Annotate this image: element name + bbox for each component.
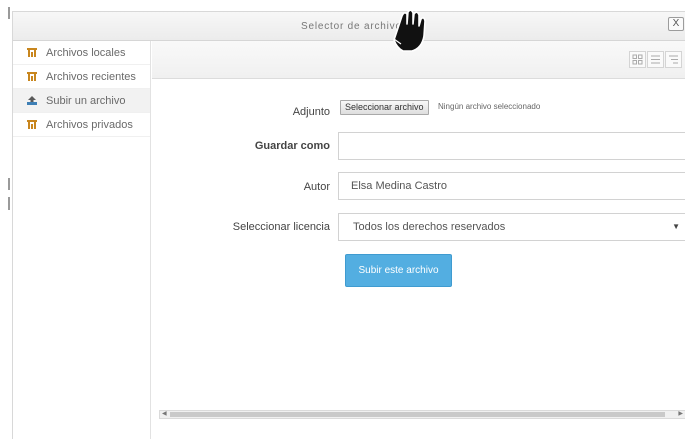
scroll-left-icon[interactable]: ◀ <box>162 411 167 418</box>
sidebar-item-label: Archivos recientes <box>46 70 136 83</box>
tree-view-icon <box>669 55 678 64</box>
list-view-button[interactable] <box>647 51 664 68</box>
repository-icon <box>25 47 39 59</box>
file-picker-dialog: Selector de archivos X Archivos locales … <box>12 11 685 439</box>
license-selected-value: Todos los derechos reservados <box>353 221 506 233</box>
no-file-text: Ningún archivo seleccionado <box>438 102 541 111</box>
license-select[interactable]: Todos los derechos reservados ▼ <box>338 213 685 241</box>
sidebar-item-archivos-privados[interactable]: Archivos privados <box>13 113 150 137</box>
author-input[interactable]: Elsa Medina Castro <box>338 172 685 200</box>
page-edge-mark <box>8 7 10 19</box>
author-label: Autor <box>303 181 330 193</box>
tree-view-button[interactable] <box>665 51 682 68</box>
save-as-label: Guardar como <box>254 140 330 152</box>
upload-file-button[interactable]: Subir este archivo <box>345 254 452 287</box>
sidebar-item-label: Subir un archivo <box>46 94 126 107</box>
save-as-input[interactable] <box>338 132 685 160</box>
page-edge-mark <box>8 178 10 190</box>
list-view-icon <box>651 55 660 64</box>
dropdown-arrow-icon: ▼ <box>672 222 680 231</box>
attachment-label: Adjunto <box>292 106 330 118</box>
license-label: Seleccionar licencia <box>232 221 330 233</box>
upload-form: Adjunto Seleccionar archivo Ningún archi… <box>152 79 685 415</box>
icons-view-button[interactable] <box>629 51 646 68</box>
hand-cursor-icon <box>393 9 426 52</box>
view-switcher <box>628 51 682 68</box>
sidebar-item-archivos-recientes[interactable]: Archivos recientes <box>13 65 150 89</box>
dialog-titlebar: Selector de archivos X <box>13 12 685 41</box>
repository-sidebar: Archivos locales Archivos recientes Subi… <box>13 41 151 439</box>
icons-view-icon <box>632 54 643 65</box>
choose-file-button[interactable]: Seleccionar archivo <box>340 100 429 115</box>
repository-icon <box>25 119 39 131</box>
scroll-right-icon[interactable]: ▶ <box>678 411 683 418</box>
upload-icon <box>25 95 39 107</box>
close-button[interactable]: X <box>668 17 684 31</box>
page-edge-mark <box>8 197 10 210</box>
horizontal-scrollbar[interactable]: ◀ ▶ <box>159 410 685 419</box>
sidebar-item-label: Archivos privados <box>46 118 133 131</box>
sidebar-item-archivos-locales[interactable]: Archivos locales <box>13 41 150 65</box>
sidebar-item-subir-archivo[interactable]: Subir un archivo <box>13 89 150 113</box>
sidebar-item-label: Archivos locales <box>46 46 126 59</box>
repository-icon <box>25 71 39 83</box>
scrollbar-thumb[interactable] <box>170 412 665 417</box>
